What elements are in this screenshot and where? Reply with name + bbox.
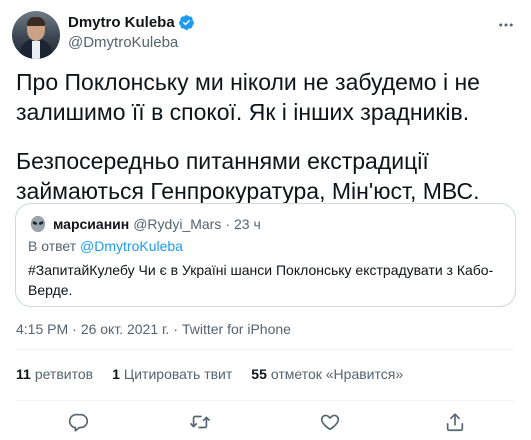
tweet-meta: 4:15 PM · 26 окт. 2021 г. · Twitter for … (16, 321, 291, 337)
share-icon[interactable] (442, 409, 468, 435)
reply-mention-link[interactable]: @DmytroKuleba (80, 238, 183, 254)
likes-label: отметок «Нравится» (270, 366, 404, 382)
tweet-stats: 11 ретвитов 1 Цитировать твит 55 отметок… (16, 366, 422, 382)
retweets-label: ретвитов (34, 366, 94, 382)
tweet-body: Про Поклонську ми ніколи не забудемо і н… (16, 67, 521, 206)
retweets-stat[interactable]: 11 ретвитов (16, 366, 93, 382)
retweet-icon[interactable] (187, 409, 213, 435)
quotes-count: 1 (112, 366, 120, 382)
divider (16, 349, 515, 350)
author-handle[interactable]: @DmytroKuleba (68, 34, 178, 51)
tweet-header: Dmytro Kuleba @DmytroKuleba (0, 0, 531, 62)
alien-icon[interactable] (28, 214, 48, 234)
tweet-time[interactable]: 4:15 PM (16, 321, 68, 337)
quoted-tweet-text: #ЗапитайКулебу Чи є в Україні шанси Покл… (28, 262, 494, 298)
tweet-paragraph: Безпосередньо питаннями екстрадиції займ… (16, 148, 480, 204)
quoted-tweet[interactable]: марсианин @Rydyi_Mars · 23 ч В ответ @Dm… (15, 203, 516, 307)
separator-dot: · (72, 321, 77, 337)
quotes-stat[interactable]: 1 Цитировать твит (112, 366, 232, 382)
retweets-count: 11 (16, 366, 31, 382)
quoted-author-handle[interactable]: @Rydyi_Mars (133, 216, 221, 232)
likes-stat[interactable]: 55 отметок «Нравится» (251, 366, 403, 382)
quoted-reply-context: В ответ @DmytroKuleba (28, 238, 183, 254)
quoted-author-name[interactable]: марсианин (53, 216, 129, 232)
separator-dot: · (173, 321, 178, 337)
quoted-tweet-header: марсианин @Rydyi_Mars · 23 ч (28, 214, 261, 234)
verified-badge-icon (178, 14, 195, 31)
reply-icon[interactable] (66, 409, 92, 435)
tweet-date[interactable]: 26 окт. 2021 г. (81, 321, 170, 337)
quotes-label: Цитировать твит (123, 366, 233, 382)
author-display-name[interactable]: Dmytro Kuleba (68, 14, 175, 31)
separator-dot: · (225, 216, 231, 232)
author-name-row: Dmytro Kuleba (68, 14, 195, 31)
quoted-tweet-time[interactable]: 23 ч (234, 216, 261, 232)
tweet-paragraph: Про Поклонську ми ніколи не забудемо і н… (16, 69, 480, 125)
author-avatar[interactable] (12, 11, 60, 59)
tweet-actions-bar (0, 405, 531, 437)
likes-count: 55 (251, 366, 267, 382)
like-icon[interactable] (317, 409, 343, 435)
divider (16, 400, 515, 401)
tweet-source-link[interactable]: Twitter for iPhone (182, 321, 291, 337)
more-options-icon[interactable] (495, 14, 517, 36)
reply-prefix: В ответ (28, 238, 77, 254)
